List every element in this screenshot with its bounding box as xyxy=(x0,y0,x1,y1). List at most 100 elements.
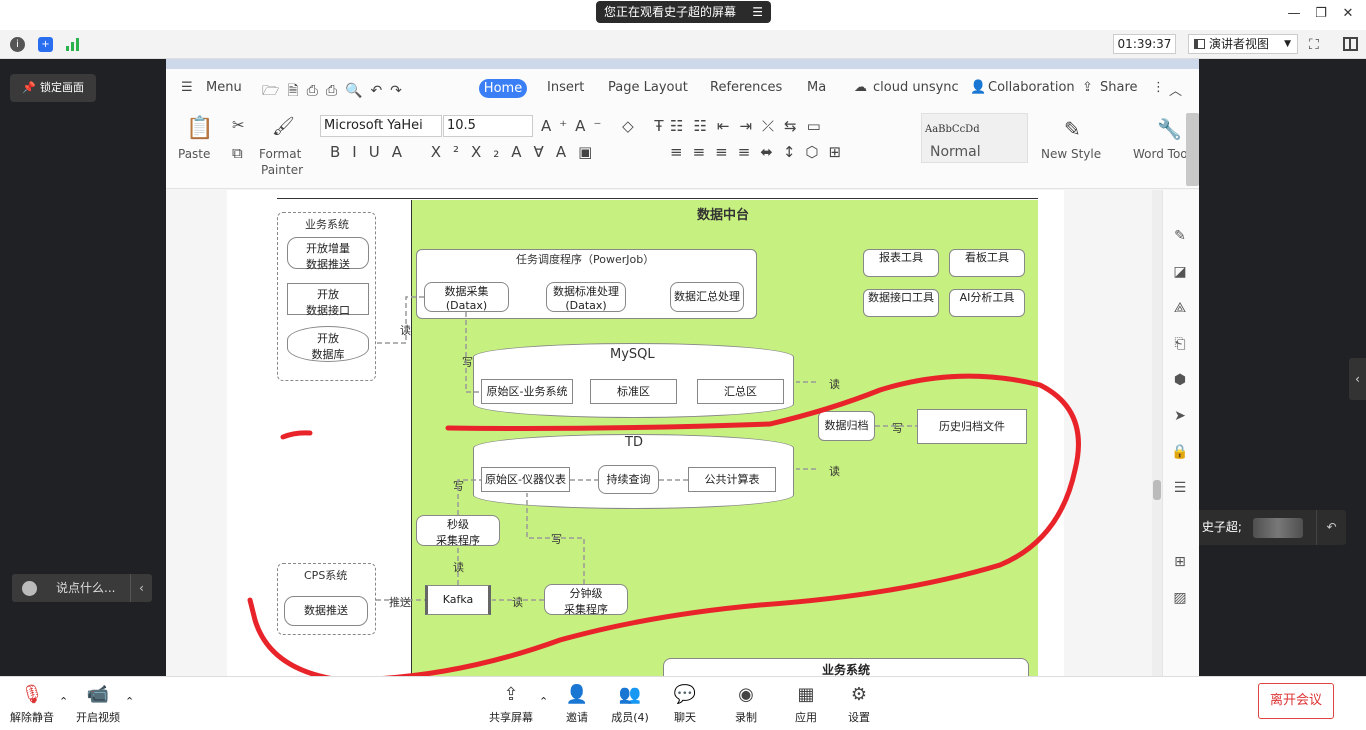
share-banner[interactable]: 您正在观看史子超的屏幕 ☰ xyxy=(596,1,771,23)
font-size-select[interactable]: 10.5 xyxy=(443,115,533,137)
copy-icon[interactable]: ⧉ xyxy=(232,144,243,162)
pen-icon[interactable]: ✎ xyxy=(1171,228,1189,246)
close-button[interactable]: ✕ xyxy=(1340,6,1356,22)
members-icon[interactable]: 👥 xyxy=(600,684,660,705)
mysql-raw: 原始区-业务系统 xyxy=(481,379,573,404)
new-style-icon[interactable]: ✎ xyxy=(1064,117,1081,141)
chevron-left-icon[interactable]: ‹ xyxy=(130,574,152,602)
sched-collect: 数据采集 (Datax) xyxy=(424,282,509,312)
chat-input[interactable]: 说点什么... ‹ xyxy=(12,574,152,602)
format-painter-icon[interactable]: 🖌 xyxy=(272,116,295,137)
shield-icon[interactable]: + xyxy=(38,37,53,52)
tab-insert[interactable]: Insert xyxy=(547,80,584,95)
label-write-3: 写 xyxy=(453,480,464,493)
share-icon[interactable]: ⇪ xyxy=(1082,80,1093,95)
restore-button[interactable]: ❐ xyxy=(1313,6,1329,22)
fill-icon[interactable]: ⟁ xyxy=(1171,300,1189,318)
document-tab-strip xyxy=(166,59,1199,69)
view-mode-select[interactable]: 演讲者视图 ▼ xyxy=(1188,34,1298,54)
settings-icon[interactable]: ⚙ xyxy=(829,684,889,705)
quick-access-icons[interactable]: 🗁🗎⎙⎙🔍↶↷ xyxy=(262,80,410,104)
info-icon[interactable]: i xyxy=(10,37,25,52)
ribbon-scrollbar[interactable] xyxy=(1186,113,1199,186)
cps-push: 数据推送 xyxy=(284,596,368,626)
minimize-button[interactable]: — xyxy=(1286,6,1302,22)
view-mode-label: 演讲者视图 xyxy=(1209,37,1270,51)
apps-icon[interactable]: ▦ xyxy=(776,684,836,705)
expand-panel-button[interactable]: ‹ xyxy=(1349,358,1366,400)
signal-icon[interactable] xyxy=(66,38,82,51)
mysql-standard: 标准区 xyxy=(590,379,677,404)
reply-icon[interactable]: ↶ xyxy=(1316,510,1346,545)
share-banner-text: 您正在观看史子超的屏幕 xyxy=(604,5,737,19)
collaboration-button[interactable]: Collaboration xyxy=(988,80,1075,95)
paste-icon[interactable]: 📋 xyxy=(186,116,213,141)
biz-item-database: 开放 数据库 xyxy=(287,326,369,362)
menu-label[interactable]: Menu xyxy=(206,80,242,95)
font-grow-shrink-icons[interactable]: A⁺A⁻ ◇ Ŧ xyxy=(541,117,672,135)
collaboration-icon[interactable]: 👤 xyxy=(970,80,986,95)
format-painter-label-1[interactable]: Format xyxy=(259,147,301,161)
cursor-icon[interactable]: ➤ xyxy=(1171,408,1189,426)
apps-button[interactable]: 应用 xyxy=(776,709,836,725)
share-screen-icon[interactable]: ⇪ xyxy=(481,684,541,705)
lock-icon[interactable]: 🔒 xyxy=(1171,444,1189,462)
td-raw: 原始区-仪器仪表 xyxy=(481,467,570,492)
lock-screen-button[interactable]: 📌 锁定画面 xyxy=(10,74,96,102)
leave-meeting-button[interactable]: 离开会议 xyxy=(1258,683,1334,719)
image-icon[interactable]: ▨ xyxy=(1171,590,1189,608)
new-style-button[interactable]: New Style xyxy=(1041,147,1101,161)
tab-page-layout[interactable]: Page Layout xyxy=(608,80,688,95)
word-tools-button[interactable]: Word Too xyxy=(1133,147,1188,161)
wrench-icon[interactable]: 🔧 xyxy=(1157,117,1182,141)
divider xyxy=(411,200,412,676)
fullscreen-icon[interactable]: ⛶ xyxy=(1309,37,1319,53)
hexagon-icon[interactable]: ⬢ xyxy=(1171,372,1189,390)
invite-button[interactable]: 邀请 xyxy=(547,709,607,725)
shapes-icon[interactable]: ◪ xyxy=(1171,264,1189,282)
chat-placeholder: 说点什么... xyxy=(56,581,116,595)
settings-button[interactable]: 设置 xyxy=(829,709,889,725)
hamburger-icon[interactable]: ☰ xyxy=(181,80,193,95)
sliders-icon[interactable]: ☰ xyxy=(1171,480,1189,498)
members-button[interactable]: 成员(4) xyxy=(600,709,660,725)
mic-off-icon[interactable]: 🎙 xyxy=(2,684,62,705)
record-icon[interactable]: ◉ xyxy=(716,684,776,705)
scroll-thumb[interactable] xyxy=(1153,480,1161,500)
center-title: 数据中台 xyxy=(697,208,750,223)
lock-screen-label: 锁定画面 xyxy=(40,81,84,94)
sidebar-toggle-icon[interactable] xyxy=(1343,37,1358,51)
share-screen-button[interactable]: 共享屏幕 xyxy=(481,709,541,725)
unmute-button[interactable]: 解除静音 xyxy=(2,709,62,725)
label-read-1: 读 xyxy=(400,324,411,337)
paste-button[interactable]: Paste xyxy=(178,147,210,161)
tab-home[interactable]: Home xyxy=(479,79,527,98)
emoji-icon[interactable] xyxy=(22,581,37,596)
chevron-up-icon[interactable]: ⌃ xyxy=(59,695,68,708)
video-button[interactable]: 开启视频 xyxy=(68,709,128,725)
cut-icon[interactable]: ✂ xyxy=(232,116,245,134)
biz-system-title: 业务系统 xyxy=(305,218,349,231)
more-icon[interactable]: ⋮ xyxy=(1152,80,1165,95)
invite-icon[interactable]: 👤 xyxy=(547,684,607,705)
collapse-ribbon-icon[interactable]: ︿ xyxy=(1169,80,1182,99)
cloud-icon[interactable]: ☁ xyxy=(854,80,867,95)
video-off-icon[interactable]: 📹 xyxy=(68,684,128,705)
stamp-icon[interactable]: ⎗ xyxy=(1171,336,1189,354)
list-icons[interactable]: ☷☷⇤⇥⤫⇆▭ xyxy=(670,117,831,135)
tab-references[interactable]: References xyxy=(710,80,782,95)
image-add-icon[interactable]: ⊞ xyxy=(1171,554,1189,572)
document-scrollbar[interactable] xyxy=(1152,190,1162,676)
cloud-status[interactable]: cloud unsync xyxy=(873,80,959,95)
text-format-icons[interactable]: BIUA X²X₂AⱯA▣ xyxy=(330,143,604,161)
chat-button[interactable]: 聊天 xyxy=(655,709,715,725)
tab-more[interactable]: Ma xyxy=(807,80,826,95)
format-painter-label-2[interactable]: Painter xyxy=(261,163,303,177)
chat-icon[interactable]: 💬 xyxy=(655,684,715,705)
align-icons[interactable]: ≡≡≡≡⬌↕⬡⊞ xyxy=(670,143,851,161)
chevron-up-icon[interactable]: ⌃ xyxy=(125,695,134,708)
record-button[interactable]: 录制 xyxy=(716,709,776,725)
share-button[interactable]: Share xyxy=(1100,80,1138,95)
style-normal[interactable]: Normal xyxy=(930,144,981,160)
font-name-select[interactable]: Microsoft YaHei xyxy=(320,115,442,137)
